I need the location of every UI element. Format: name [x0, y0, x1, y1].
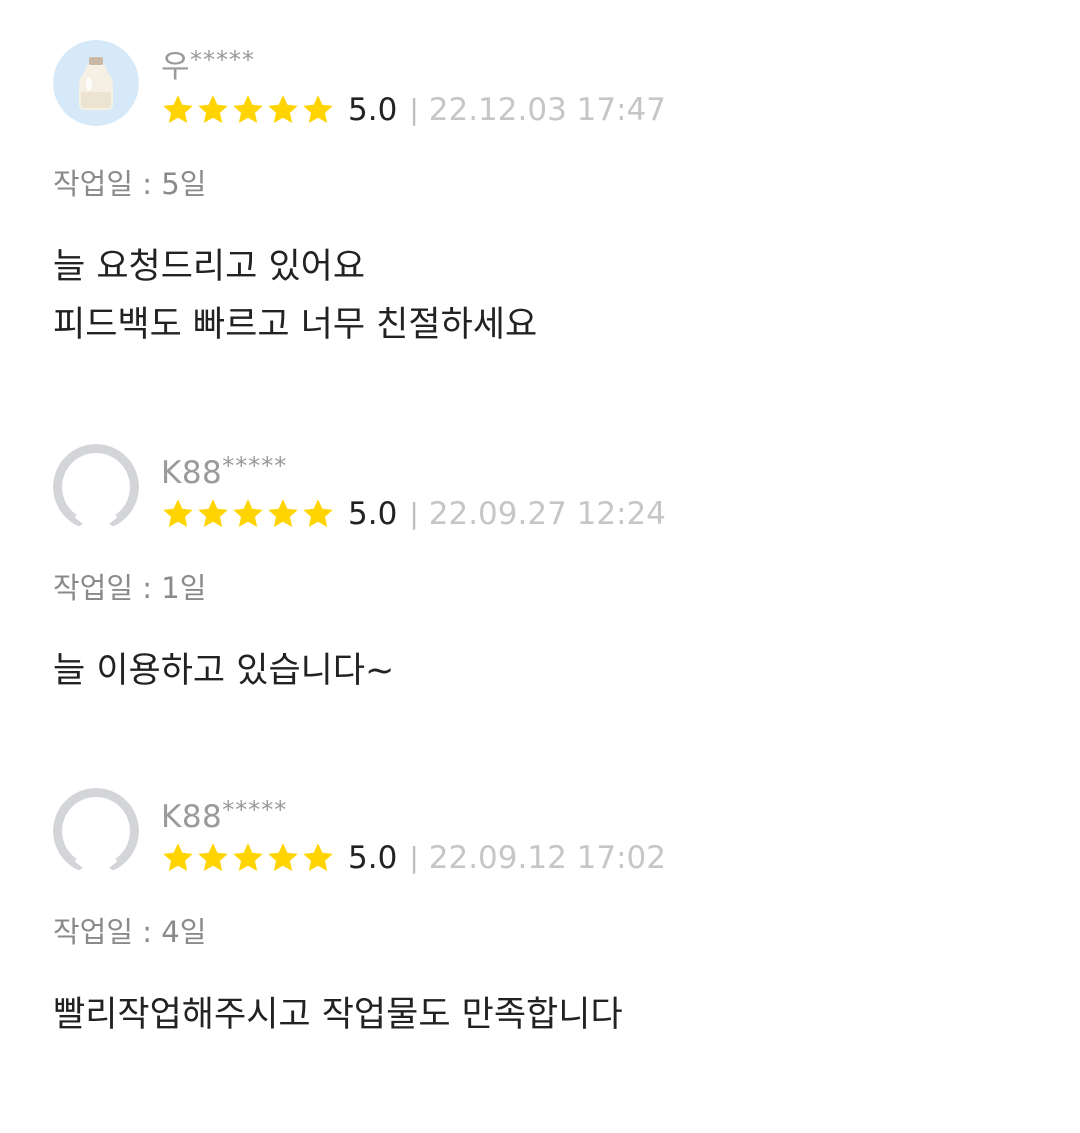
- workdays-value: 5일: [161, 167, 207, 201]
- workdays-label: 작업일 :: [53, 167, 162, 201]
- avatar[interactable]: [53, 788, 139, 874]
- milk-bottle-icon: [53, 40, 139, 126]
- username: K88*****: [161, 446, 287, 493]
- rating-line: 5.0 | 22.09.12 17:02: [161, 838, 666, 878]
- username-mask: *****: [222, 796, 288, 824]
- review-comment: 늘 이용하고 있습니다~: [53, 642, 394, 700]
- separator: |: [409, 497, 419, 530]
- default-profile-icon: [53, 788, 139, 874]
- star-icon: [268, 499, 298, 528]
- avatar[interactable]: [53, 40, 139, 126]
- rating-score: 5.0: [348, 840, 398, 876]
- star-icon: [303, 499, 333, 528]
- separator: |: [409, 93, 419, 126]
- separator: |: [409, 841, 419, 874]
- star-icon: [198, 843, 228, 872]
- username-prefix: K88: [161, 799, 223, 835]
- star-icon: [233, 499, 263, 528]
- default-profile-icon: [53, 444, 139, 530]
- review-item: K88***** 5.0 | 22.09.12 17:02 작업일 : 4일 빨…: [0, 788, 1080, 1133]
- workdays: 작업일 : 4일: [53, 912, 206, 952]
- star-icon: [163, 843, 193, 872]
- comment-line: 늘 이용하고 있습니다~: [53, 651, 395, 691]
- rating-line: 5.0 | 22.09.27 12:24: [161, 494, 666, 534]
- username-mask: *****: [190, 46, 256, 74]
- star-icon: [163, 499, 193, 528]
- review-date: 22.09.27 12:24: [428, 496, 666, 532]
- star-icon: [233, 843, 263, 872]
- username: 우*****: [161, 40, 255, 87]
- workdays-value: 4일: [161, 915, 207, 949]
- star-icon: [233, 95, 263, 124]
- rating-score: 5.0: [348, 92, 398, 128]
- rating-score: 5.0: [348, 496, 398, 532]
- comment-line: 빨리작업해주시고 작업물도 만족합니다: [53, 995, 623, 1035]
- username-prefix: K88: [161, 455, 223, 491]
- star-icon: [268, 95, 298, 124]
- workdays-value: 1일: [161, 571, 207, 605]
- workdays-label: 작업일 :: [53, 915, 162, 949]
- username: K88*****: [161, 790, 287, 837]
- star-rating: [161, 93, 336, 127]
- star-icon: [303, 95, 333, 124]
- review-date: 22.09.12 17:02: [428, 840, 666, 876]
- comment-line: 늘 요청드리고 있어요: [53, 247, 366, 287]
- username-mask: *****: [222, 452, 288, 480]
- star-icon: [198, 499, 228, 528]
- avatar[interactable]: [53, 444, 139, 530]
- username-prefix: 우: [161, 49, 191, 85]
- review-item: K88***** 5.0 | 22.09.27 12:24 작업일 : 1일 늘…: [0, 444, 1080, 789]
- workdays: 작업일 : 1일: [53, 568, 206, 608]
- comment-line: 피드백도 빠르고 너무 친절하세요: [53, 305, 538, 345]
- review-item: 우***** 5.0 | 22.12.03 17:47 작업일 : 5일 늘 요…: [0, 40, 1080, 385]
- star-rating: [161, 497, 336, 531]
- workdays-label: 작업일 :: [53, 571, 162, 605]
- review-comment: 빨리작업해주시고 작업물도 만족합니다: [53, 986, 623, 1044]
- rating-line: 5.0 | 22.12.03 17:47: [161, 90, 666, 130]
- star-icon: [268, 843, 298, 872]
- star-icon: [303, 843, 333, 872]
- workdays: 작업일 : 5일: [53, 164, 206, 204]
- review-comment: 늘 요청드리고 있어요 피드백도 빠르고 너무 친절하세요: [53, 238, 537, 354]
- review-date: 22.12.03 17:47: [428, 92, 666, 128]
- star-icon: [163, 95, 193, 124]
- star-rating: [161, 841, 336, 875]
- star-icon: [198, 95, 228, 124]
